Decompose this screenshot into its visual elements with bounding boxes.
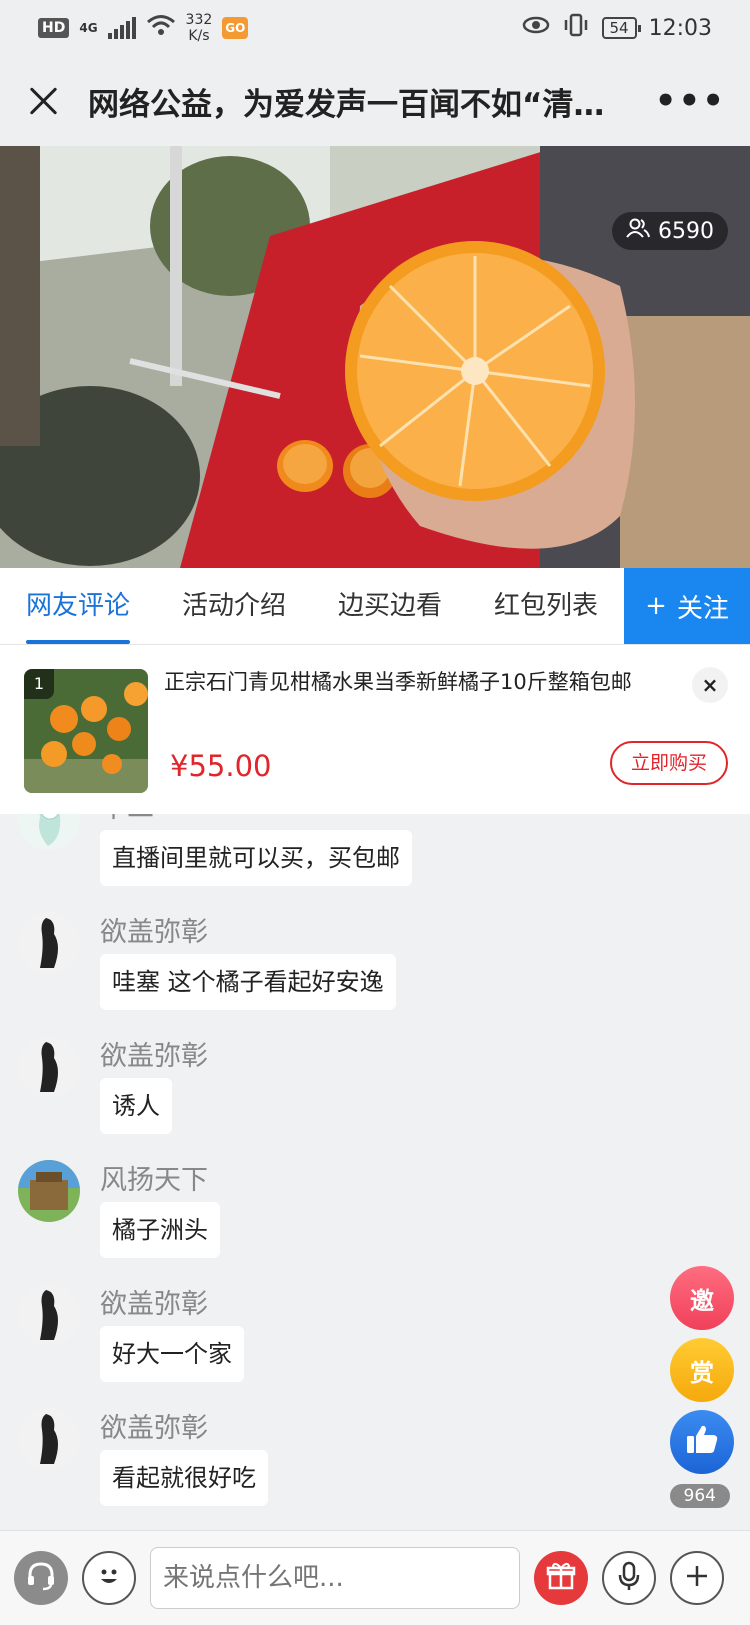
product-price: ¥55.00: [170, 749, 272, 783]
plus-circle-icon: [682, 1561, 712, 1595]
emoji-button[interactable]: [82, 1551, 136, 1605]
hd-badge: HD: [38, 18, 70, 38]
users-icon: [626, 218, 650, 244]
comment-item: 十二 直播间里就可以买，买包邮: [0, 814, 750, 904]
viewer-count: 6590: [658, 218, 714, 244]
battery-icon: 54: [601, 17, 641, 39]
comment-item: 欲盖弥彰 哇塞 这个橘子看起好安逸: [0, 904, 750, 1028]
title-bar: 网络公益，为爱发声一百闻不如“清… •••: [0, 56, 750, 146]
follow-label: 关注: [676, 593, 729, 624]
headset-icon: [24, 1559, 58, 1597]
tab-red-packet-list[interactable]: 红包列表: [468, 568, 624, 644]
gift-icon: [546, 1561, 576, 1595]
tab-shop-while-watching[interactable]: 边买边看: [312, 568, 468, 644]
close-button[interactable]: [24, 81, 64, 121]
more-actions-button[interactable]: [670, 1551, 724, 1605]
product-card[interactable]: 1 正宗石门青见柑橘水果当季新鲜橘子10斤整箱包邮 ¥55.00 × 立即购买: [0, 644, 750, 814]
reward-button[interactable]: 赏: [670, 1338, 734, 1402]
tab-activity-intro[interactable]: 活动介绍: [156, 568, 312, 644]
page-title: 网络公益，为爱发声一百闻不如“清…: [88, 86, 605, 123]
product-image[interactable]: 1: [24, 669, 148, 793]
tab-comments[interactable]: 网友评论: [0, 568, 156, 644]
clock: 12:03: [648, 15, 712, 41]
network-type: 4G: [79, 20, 98, 35]
comment-username: 风扬天下: [100, 1165, 208, 1196]
comment-item: 欲盖弥彰 诱人: [0, 1028, 750, 1152]
vibrate-icon: [562, 13, 590, 43]
signal-icon: [107, 17, 136, 39]
comment-item: 欲盖弥彰 看起就很好吃: [0, 1400, 750, 1524]
product-close-button[interactable]: ×: [692, 667, 728, 703]
follow-button[interactable]: + 关注: [624, 568, 750, 644]
product-index: 1: [24, 669, 54, 699]
status-bar: HD 4G 332 K/s GO 54 12:03: [0, 0, 750, 56]
comment-input[interactable]: [150, 1547, 520, 1609]
buy-now-button[interactable]: 立即购买: [610, 741, 728, 785]
speed-value: 332: [185, 12, 213, 28]
speed-unit: K/s: [188, 28, 210, 44]
comment-text: 哇塞 这个橘子看起好安逸: [100, 954, 396, 1010]
comment-username: 欲盖弥彰: [100, 1041, 208, 1072]
viewer-count-badge: 6590: [612, 212, 728, 250]
comment-username: 欲盖弥彰: [100, 917, 208, 948]
live-video[interactable]: 6590: [0, 146, 750, 568]
comment-item: 欲盖弥彰 好大一个家: [0, 1276, 750, 1400]
thumbs-up-icon: [685, 1423, 719, 1461]
microphone-icon: [614, 1560, 644, 1596]
voice-button[interactable]: [602, 1551, 656, 1605]
comment-username: 十二: [100, 814, 154, 825]
gift-button[interactable]: [534, 1551, 588, 1605]
avatar[interactable]: [18, 912, 80, 974]
comment-text: 看起就很好吃: [100, 1450, 268, 1506]
reward-label: 赏: [690, 1358, 714, 1387]
more-menu-button[interactable]: •••: [655, 81, 726, 121]
comment-text: 好大一个家: [100, 1326, 244, 1382]
bottom-bar: [0, 1530, 750, 1625]
invite-button[interactable]: 邀: [670, 1266, 734, 1330]
comment-text: 直播间里就可以买，买包邮: [100, 830, 412, 886]
smiley-icon: [92, 1559, 126, 1597]
avatar[interactable]: [18, 814, 80, 850]
comment-text: 橘子洲头: [100, 1202, 220, 1258]
avatar[interactable]: [18, 1036, 80, 1098]
comment-list[interactable]: 十二 直播间里就可以买，买包邮 欲盖弥彰 哇塞 这个橘子看起好安逸 欲盖弥彰 诱…: [0, 814, 750, 1530]
wifi-icon: [146, 14, 176, 42]
avatar[interactable]: [18, 1160, 80, 1222]
tab-bar: 网友评论 活动介绍 边买边看 红包列表 + 关注: [0, 568, 750, 644]
like-button[interactable]: [670, 1410, 734, 1474]
comment-item: 风扬天下 橘子洲头: [0, 1152, 750, 1276]
like-count: 964: [669, 1484, 730, 1508]
plus-icon: +: [645, 591, 667, 621]
video-frame-image: [0, 146, 750, 568]
comment-text: 诱人: [100, 1078, 172, 1134]
go-badge: GO: [222, 17, 249, 39]
comment-username: 欲盖弥彰: [100, 1413, 208, 1444]
avatar[interactable]: [18, 1284, 80, 1346]
eye-icon: [522, 15, 550, 41]
avatar[interactable]: [18, 1408, 80, 1470]
product-name[interactable]: 正宗石门青见柑橘水果当季新鲜橘子10斤整箱包邮: [164, 667, 664, 697]
customer-service-button[interactable]: [14, 1551, 68, 1605]
invite-label: 邀: [690, 1286, 714, 1315]
comment-username: 欲盖弥彰: [100, 1289, 208, 1320]
network-speed: 332 K/s: [186, 12, 213, 44]
